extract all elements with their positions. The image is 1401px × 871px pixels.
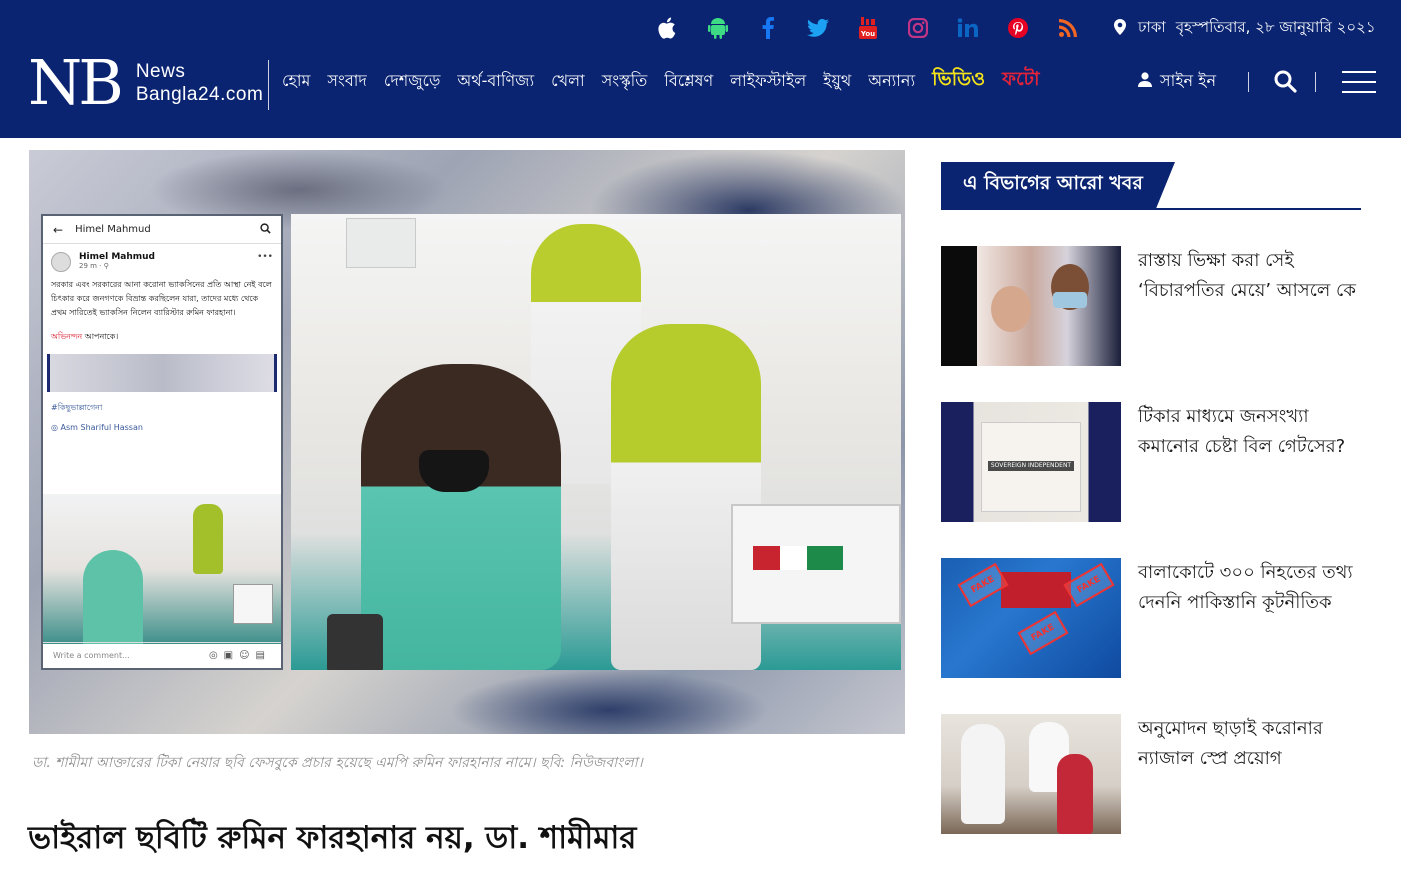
nav-item-video[interactable]: ভিডিও (932, 65, 985, 97)
apple-icon[interactable] (656, 16, 680, 40)
nav-item-photo[interactable]: ফটো (1002, 65, 1039, 97)
related-article[interactable]: রাস্তায় ভিক্ষা করা সেই ‘বিচারপতির মেয়ে… (941, 246, 1361, 366)
related-article-thumbnail (941, 246, 1121, 366)
nav-item-news[interactable]: সংবাদ (327, 68, 366, 95)
search-icon[interactable] (1273, 66, 1299, 96)
logo-line-news: News (135, 61, 186, 82)
header-separator (1315, 72, 1316, 92)
location-pin-icon (1114, 18, 1126, 39)
site-header: NB News Bangla24.com You ঢাকা বৃহস্পতিবা… (0, 0, 1401, 138)
logo-mark: NB (28, 46, 124, 119)
youtube-icon[interactable]: You (856, 16, 880, 40)
android-icon[interactable] (706, 16, 730, 40)
vaccination-photo (291, 214, 901, 670)
signin-label: সাইন ইন (1160, 71, 1217, 90)
fb-topbar: ← Himel Mahmud (43, 216, 281, 244)
thumbnail-caption: SOVEREIGN INDEPENDENT (988, 461, 1074, 471)
logo-line-domain: Bangla24.com (135, 84, 264, 105)
fb-photo (43, 494, 281, 644)
nav-item-others[interactable]: অন্যান্য (868, 68, 915, 95)
logo-text: News Bangla24.com (136, 60, 263, 106)
user-icon (1138, 72, 1152, 91)
fb-congrats-text: আপনাকে। (82, 332, 119, 341)
sidebar-title: এ বিভাগের আরো খবর (941, 162, 1175, 208)
location-text: ঢাকা (1138, 18, 1166, 36)
fb-credit-name: Asm Shariful Hassan (60, 423, 143, 432)
fb-time: 29 m · ⚲ (79, 262, 109, 270)
fb-post-header: Himel Mahmud 29 m · ⚲ ••• (43, 244, 281, 276)
related-article-title: টিকার মাধ্যমে জনসংখ্যা কমানোর চেষ্টা বিল… (1138, 406, 1346, 457)
related-article-thumbnail (941, 714, 1121, 834)
nav-item-sports[interactable]: খেলা (551, 68, 585, 95)
related-article-thumbnail: SOVEREIGN INDEPENDENT (941, 402, 1121, 522)
related-article-title: অনুমোদন ছাড়াই করোনার ন্যাজাল স্প্রে প্র… (1138, 718, 1323, 769)
header-separator (1248, 72, 1249, 92)
svg-text:You: You (860, 30, 875, 38)
site-logo[interactable]: NB News Bangla24.com (28, 52, 263, 114)
fb-comment-bar: Write a comment... ◎▣☺▤ (43, 642, 281, 668)
blurred-comment (47, 354, 277, 392)
sidebar-header: এ বিভাগের আরো খবর (941, 162, 1361, 210)
date-location: ঢাকা বৃহস্পতিবার, ২৮ জানুয়ারি ২০২১ (1114, 16, 1376, 41)
avatar (51, 252, 71, 272)
rss-icon[interactable] (1056, 16, 1080, 40)
date-text: বৃহস্পতিবার, ২৮ জানুয়ারি ২০২১ (1175, 18, 1376, 36)
nav-item-home[interactable]: হোম (282, 68, 310, 95)
fb-credit: ◎ Asm Shariful Hassan (51, 423, 143, 432)
fb-author: Himel Mahmud (79, 252, 155, 262)
fb-congrats-highlight: অভিনন্দন (51, 332, 83, 341)
nav-item-lifestyle[interactable]: লাইফস্টাইল (730, 68, 806, 95)
fake-stamp: FAKE (1063, 562, 1115, 608)
related-article[interactable]: SOVEREIGN INDEPENDENT টিকার মাধ্যমে জনসং… (941, 402, 1361, 522)
related-article[interactable]: অনুমোদন ছাড়াই করোনার ন্যাজাল স্প্রে প্র… (941, 714, 1361, 834)
linkedin-icon[interactable] (956, 16, 980, 40)
fb-profile-name: Himel Mahmud (75, 224, 151, 235)
related-article-thumbnail: FAKE FAKE FAKE (941, 558, 1121, 678)
fb-comment-placeholder: Write a comment... (53, 651, 130, 660)
more-icon: ••• (257, 252, 273, 262)
article-headline: ভাইরাল ছবিটি রুমিন ফারহানার নয়, ডা. শাম… (28, 820, 637, 856)
logo-divider (268, 60, 269, 110)
nav-item-country[interactable]: দেশজুড়ে (384, 68, 441, 95)
comment-tools-icon: ◎▣☺▤ (208, 650, 271, 661)
fb-post-text: সরকার এবং সরকারের আনা করোনা ভ্যাকসিনের প… (51, 280, 272, 317)
hero-image: ← Himel Mahmud Himel Mahmud 29 m · ⚲ •••… (29, 150, 905, 734)
nav-item-youth[interactable]: ইয়ুথ (823, 68, 851, 95)
facebook-screenshot: ← Himel Mahmud Himel Mahmud 29 m · ⚲ •••… (41, 214, 283, 670)
fb-congrats: অভিনন্দন আপনাকে। (43, 328, 281, 346)
related-article-title: রাস্তায় ভিক্ষা করা সেই ‘বিচারপতির মেয়ে… (1138, 250, 1356, 301)
signin-link[interactable]: সাইন ইন (1138, 68, 1216, 95)
nav-item-analysis[interactable]: বিশ্লেষণ (664, 68, 713, 95)
search-icon (260, 222, 271, 237)
nav-item-business[interactable]: অর্থ-বাণিজ্য (457, 68, 534, 95)
pinterest-icon[interactable] (1006, 16, 1030, 40)
menu-icon[interactable] (1342, 71, 1376, 93)
twitter-icon[interactable] (806, 16, 830, 40)
back-arrow-icon: ← (53, 222, 64, 237)
image-caption: ডা. শামীমা আক্তারের টিকা নেয়ার ছবি ফেসব… (32, 755, 643, 771)
fb-hashtag: #কিছুভাল্লাগেনা (51, 403, 103, 412)
main-nav: হোম সংবাদ দেশজুড়ে অর্থ-বাণিজ্য খেলা সংস… (282, 66, 1057, 96)
facebook-icon[interactable] (756, 16, 780, 40)
related-article[interactable]: FAKE FAKE FAKE বালাকোটে ৩০০ নিহতের তথ্য … (941, 558, 1361, 678)
social-links: You (656, 14, 1106, 42)
instagram-icon[interactable] (906, 16, 930, 40)
nav-item-culture[interactable]: সংস্কৃতি (602, 68, 648, 95)
related-article-title: বালাকোটে ৩০০ নিহতের তথ্য দেননি পাকিস্তান… (1138, 562, 1353, 613)
fake-stamp: FAKE (1017, 610, 1069, 656)
